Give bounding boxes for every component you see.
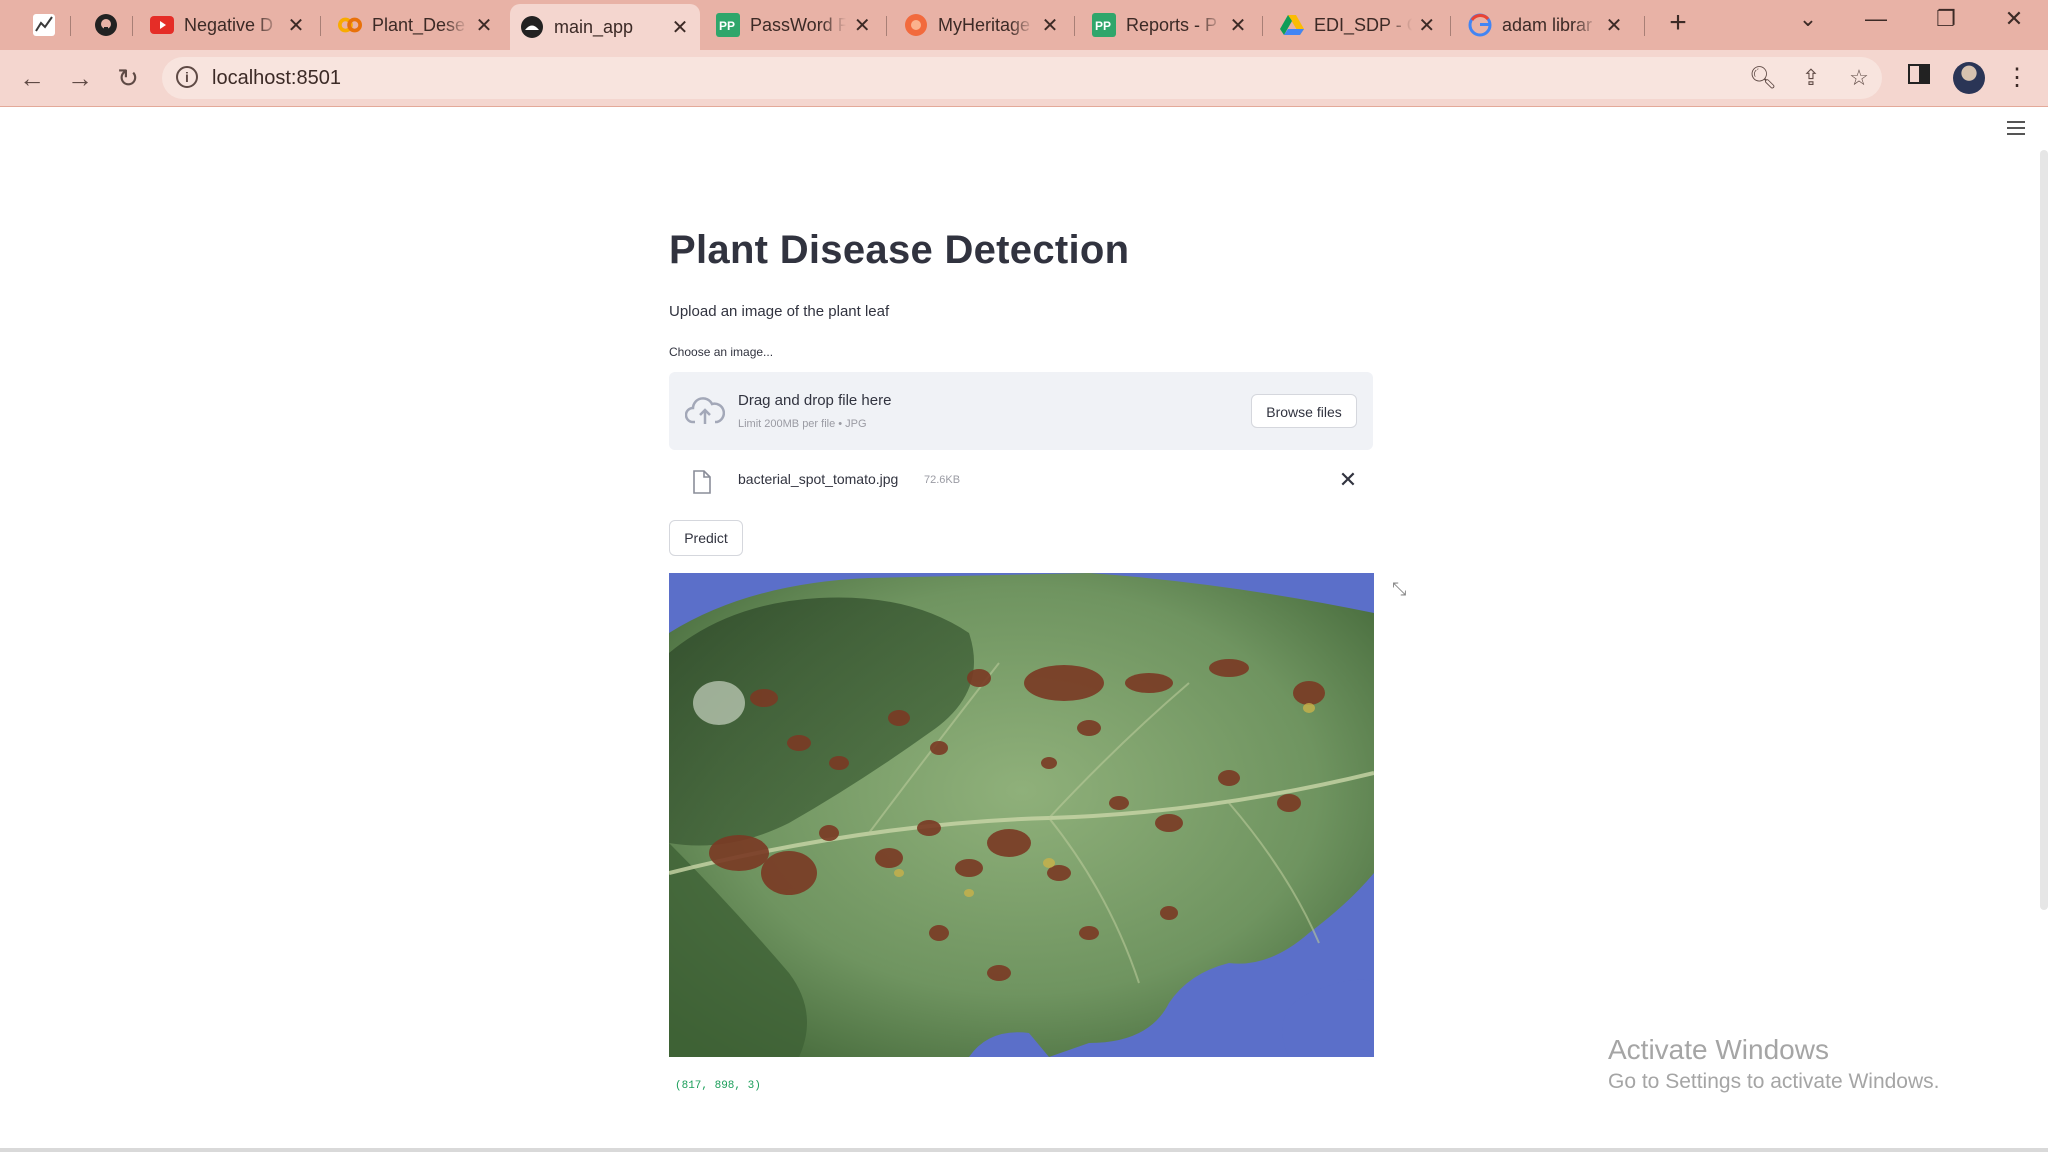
tab-pinned-github[interactable] — [84, 4, 124, 46]
tab-label: EDI_SDP - C — [1314, 14, 1412, 35]
stocks-chart-icon — [32, 13, 56, 37]
browser-tab-strip: Negative D ✕ Plant_Dese ✕ main_app ✕ PP … — [0, 0, 2048, 50]
pp-icon: PP — [716, 13, 740, 37]
file-dropzone[interactable]: Drag and drop file here Limit 200MB per … — [669, 372, 1373, 450]
tab-label: MyHeritage — [938, 14, 1031, 35]
close-tab-icon[interactable]: ✕ — [474, 13, 494, 38]
colab-icon — [338, 13, 362, 37]
remove-file-close-icon[interactable]: ✕ — [1336, 467, 1360, 493]
tomato-leaf-bacterial-spot-photo — [669, 573, 1374, 1057]
side-panel-icon[interactable] — [1904, 63, 1934, 91]
pp-icon: PP — [1092, 13, 1116, 37]
tab-myheritage[interactable]: MyHeritage ✕ — [894, 4, 1070, 46]
github-icon — [94, 13, 118, 37]
close-tab-icon[interactable]: ✕ — [1418, 13, 1436, 38]
back-arrow-icon[interactable]: ← — [14, 60, 50, 96]
watermark-subtitle: Go to Settings to activate Windows. — [1608, 1070, 1940, 1093]
tab-edi-sdp[interactable]: EDI_SDP - C ✕ — [1270, 4, 1446, 46]
main-menu-icon[interactable] — [2007, 121, 2025, 135]
tab-label: Plant_Dese — [372, 14, 466, 35]
svg-text:PP: PP — [1095, 19, 1111, 33]
cloud-upload-icon — [685, 397, 725, 424]
tab-label: PassWord F — [750, 14, 847, 35]
windows-activation-watermark: Activate Windows Go to Settings to activ… — [1608, 1034, 1940, 1094]
file-size: 72.6KB — [924, 474, 961, 486]
google-icon — [1468, 13, 1492, 37]
file-icon — [693, 470, 711, 494]
page-title: Plant Disease Detection — [669, 228, 1130, 272]
fullscreen-expand-icon[interactable]: ⤡ — [1392, 579, 1412, 599]
browser-toolbar: ← → ↻ i localhost:8501 🔍︎ ⇪ ☆ ⋮ — [0, 50, 2048, 107]
dropzone-instructions: Drag and drop file here — [738, 392, 892, 409]
close-tab-icon[interactable]: ✕ — [1040, 13, 1060, 38]
tab-label: Negative D — [184, 14, 274, 35]
minimize-button[interactable]: — — [1856, 6, 1896, 32]
tab-label: main_app — [554, 16, 634, 37]
page-subtitle: Upload an image of the plant leaf — [669, 303, 890, 320]
uploaded-file-row: bacterial_spot_tomato.jpg 72.6KB ✕ — [669, 458, 1373, 504]
share-icon[interactable]: ⇪ — [1796, 65, 1826, 91]
tab-reports[interactable]: PP Reports - P ✕ — [1082, 4, 1258, 46]
tab-main-app[interactable]: main_app ✕ — [510, 4, 700, 50]
svg-text:PP: PP — [719, 19, 735, 33]
zoom-icon[interactable]: 🔍︎ — [1748, 65, 1778, 91]
bookmark-star-icon[interactable]: ☆ — [1844, 65, 1874, 91]
image-shape-output: (817, 898, 3) — [675, 1080, 761, 1092]
close-tab-icon[interactable]: ✕ — [1228, 13, 1248, 38]
forward-arrow-icon[interactable]: → — [62, 60, 98, 96]
close-tab-icon[interactable]: ✕ — [286, 13, 306, 38]
url-text[interactable]: localhost:8501 — [212, 67, 341, 90]
tab-adam-library[interactable]: adam librar ✕ — [1458, 4, 1634, 46]
uploaded-leaf-image — [669, 573, 1374, 1057]
close-window-button[interactable]: ✕ — [1994, 6, 2034, 32]
tab-pinned-stocks[interactable] — [22, 4, 62, 46]
tab-label: adam librar — [1502, 14, 1593, 35]
dropzone-limit: Limit 200MB per file • JPG — [738, 418, 867, 430]
close-tab-icon[interactable]: ✕ — [670, 15, 690, 40]
browse-files-button[interactable]: Browse files — [1251, 394, 1357, 428]
youtube-icon — [150, 13, 174, 37]
streamlit-icon — [520, 15, 544, 39]
profile-avatar[interactable] — [1953, 62, 1985, 94]
tab-plant-dese[interactable]: Plant_Dese ✕ — [328, 4, 504, 46]
scrollbar[interactable] — [2040, 150, 2048, 910]
predict-button[interactable]: Predict — [669, 520, 743, 556]
tab-search-chevron-icon[interactable]: ⌄ — [1788, 6, 1828, 32]
uploader-label: Choose an image... — [669, 345, 774, 359]
watermark-title: Activate Windows — [1608, 1034, 1829, 1065]
close-tab-icon[interactable]: ✕ — [1604, 13, 1624, 38]
tab-password[interactable]: PP PassWord F ✕ — [706, 4, 882, 46]
google-drive-icon — [1280, 13, 1304, 37]
restore-button[interactable]: ❐ — [1926, 6, 1966, 32]
tab-label: Reports - P — [1126, 14, 1218, 35]
myheritage-icon — [904, 13, 928, 37]
reload-icon[interactable]: ↻ — [110, 60, 146, 96]
taskbar-edge — [0, 1148, 2048, 1152]
more-menu-icon[interactable]: ⋮ — [2002, 63, 2032, 92]
site-info-icon[interactable]: i — [176, 66, 198, 88]
file-name: bacterial_spot_tomato.jpg — [738, 471, 899, 487]
new-tab-button[interactable]: + — [1658, 6, 1698, 40]
tab-negative[interactable]: Negative D ✕ — [140, 4, 316, 46]
close-tab-icon[interactable]: ✕ — [852, 13, 872, 38]
address-bar[interactable]: i localhost:8501 🔍︎ ⇪ ☆ — [162, 57, 1882, 99]
